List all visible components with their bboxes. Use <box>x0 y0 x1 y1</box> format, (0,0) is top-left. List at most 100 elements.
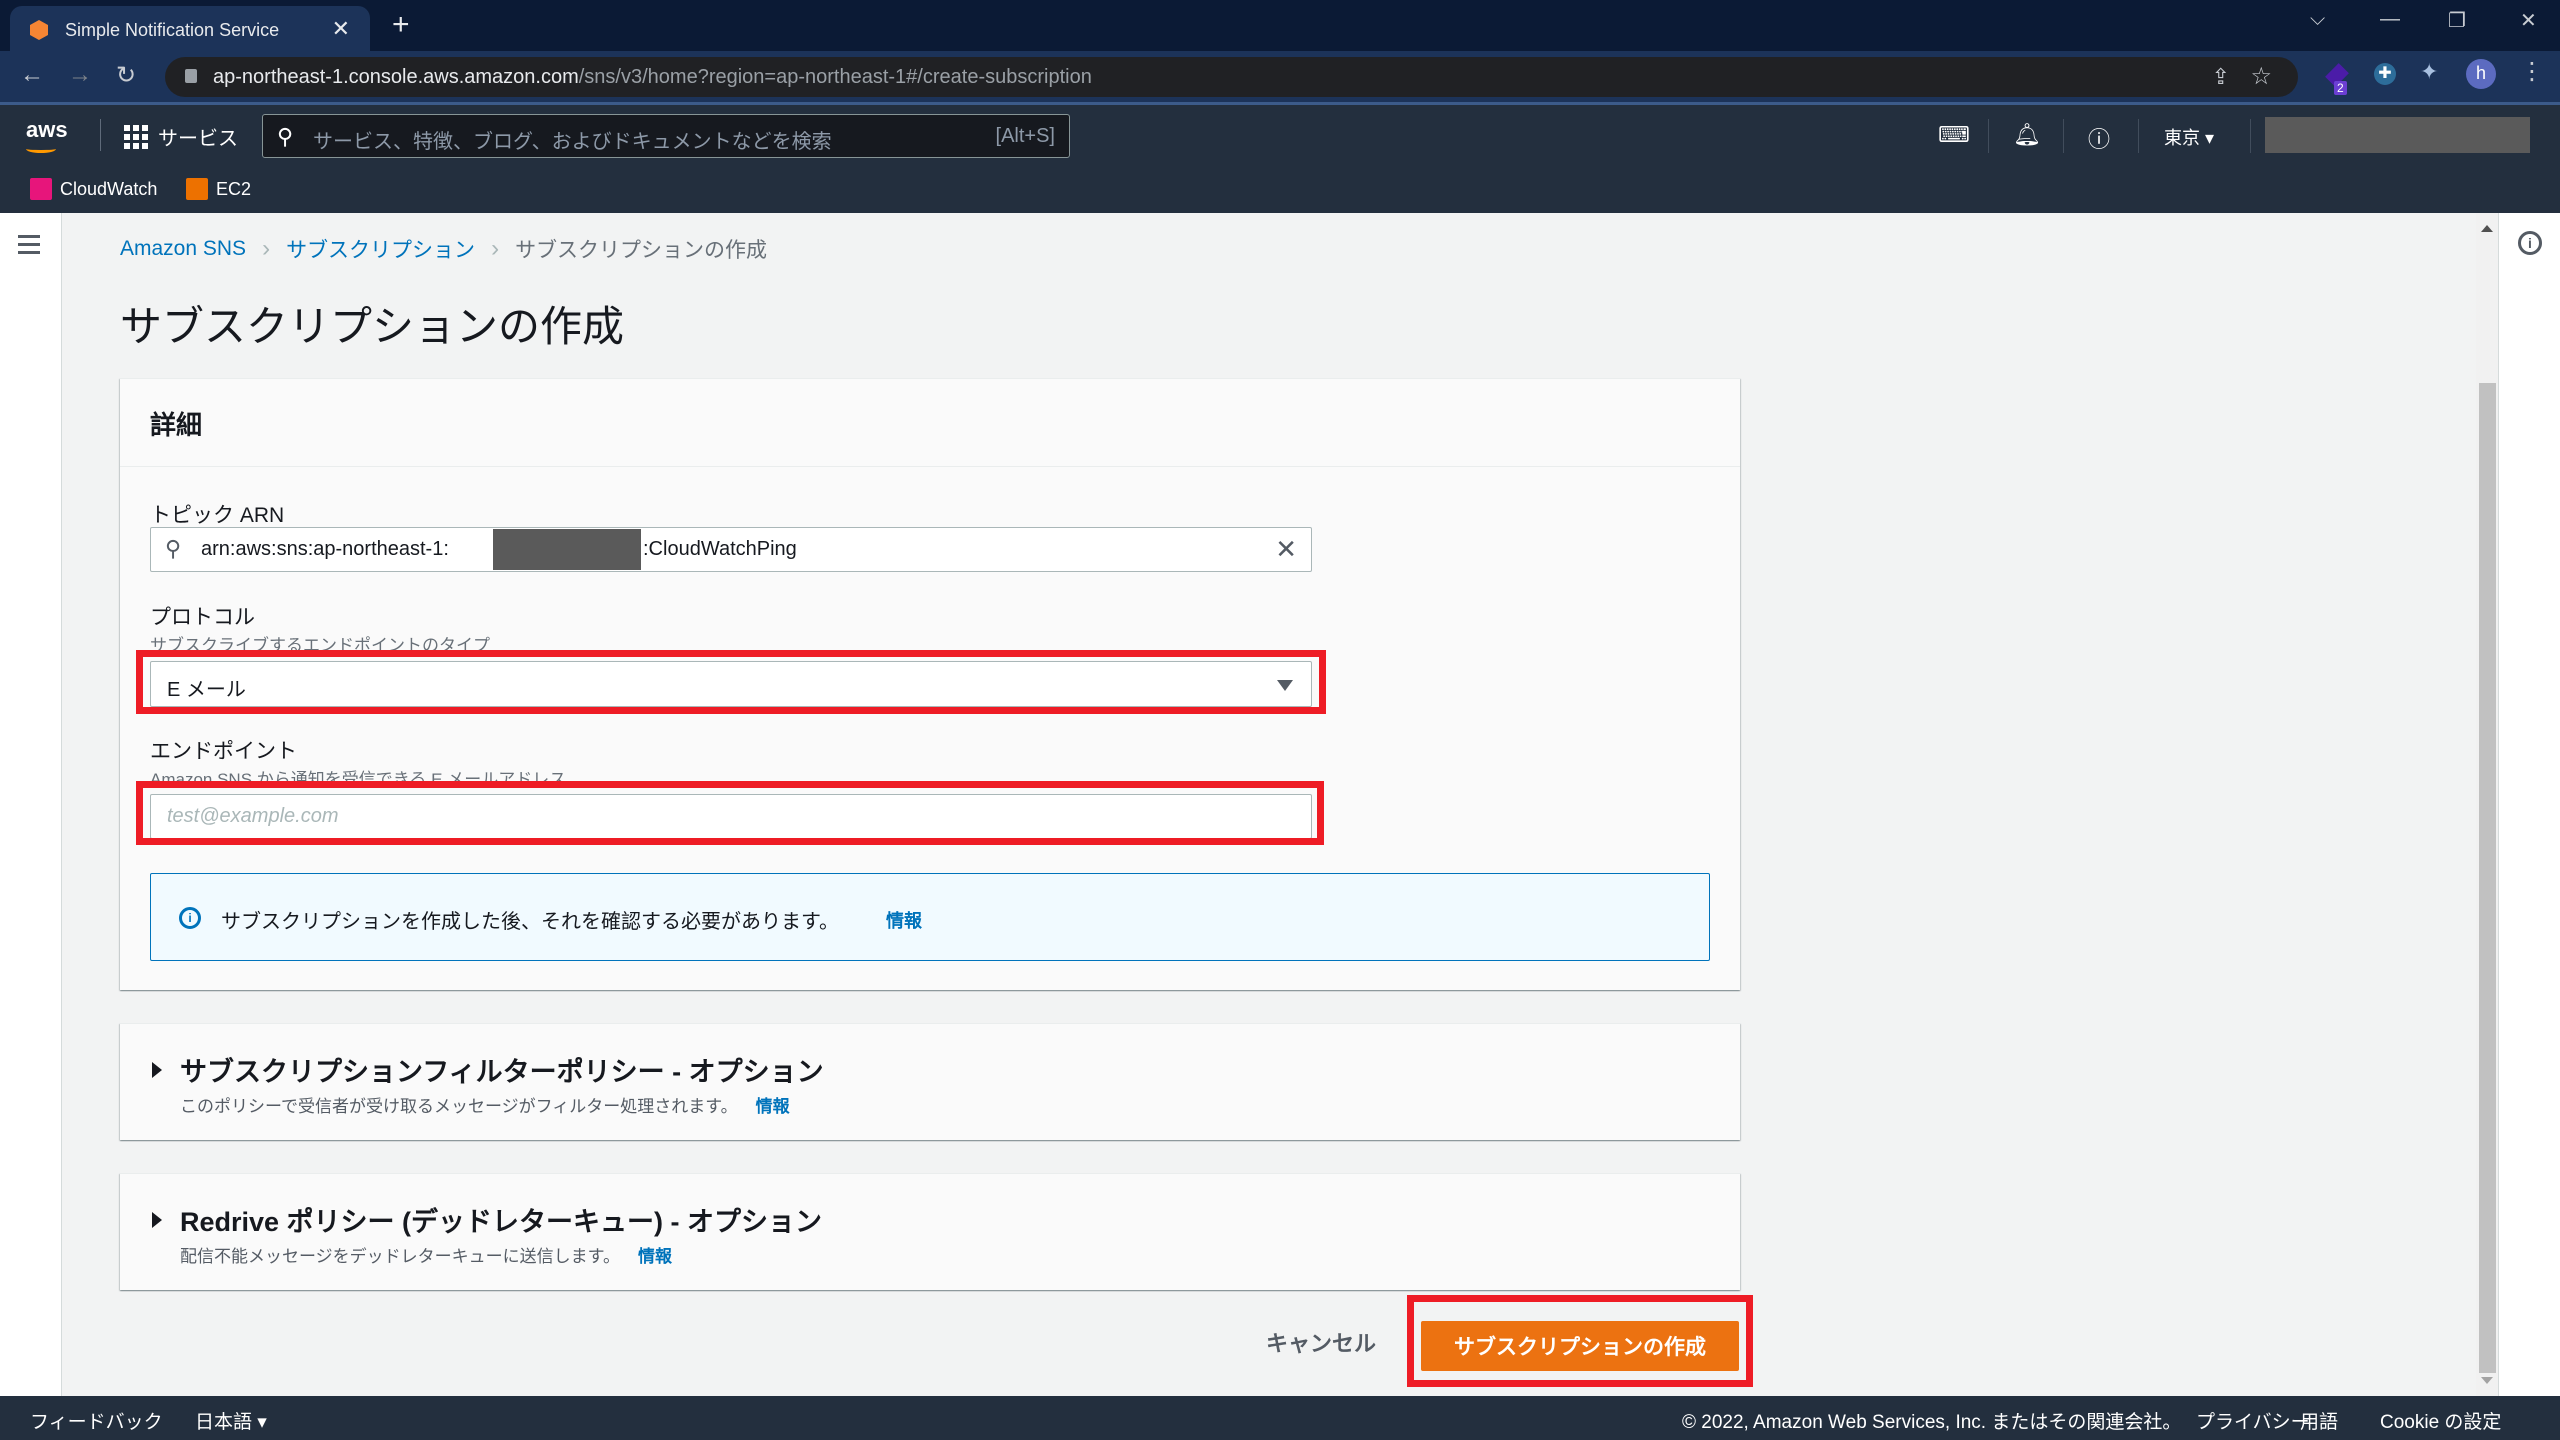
tab-search-icon[interactable]: ⌵ <box>2310 8 2325 31</box>
sns-favicon-icon <box>30 20 48 40</box>
cloudwatch-icon <box>30 178 52 200</box>
nav-divider <box>1988 119 1989 153</box>
side-navigation <box>0 213 62 1396</box>
new-tab-button[interactable]: + <box>392 8 410 42</box>
profile-avatar[interactable]: h <box>2466 59 2496 89</box>
notifications-bell-icon[interactable]: 🔔︎ <box>2013 122 2041 148</box>
cancel-button[interactable]: キャンセル <box>1266 1326 1376 1358</box>
extensions-puzzle-icon[interactable]: ✦ <box>2420 59 2438 85</box>
protocol-selected-value: E メール <box>167 679 246 701</box>
info-link[interactable]: 情報 <box>756 1097 790 1116</box>
protocol-select[interactable]: E メール <box>150 661 1312 707</box>
page-title: サブスクリプションの作成 <box>120 303 625 350</box>
filter-policy-description: このポリシーで受信者が受け取るメッセージがフィルター処理されます。 情報 <box>180 1097 790 1116</box>
breadcrumb-subscriptions[interactable]: サブスクリプション <box>286 234 475 264</box>
minimize-button[interactable]: — <box>2380 8 2400 31</box>
details-heading: 詳細 <box>150 410 203 440</box>
services-label: サービス <box>158 128 238 150</box>
back-icon[interactable]: ← <box>20 61 44 89</box>
redacted-account-id <box>493 529 641 570</box>
favorite-ec2[interactable]: EC2 <box>186 178 251 200</box>
extension-plus-icon[interactable]: ✚ <box>2374 63 2396 85</box>
topic-arn-value-suffix: :CloudWatchPing <box>643 538 797 560</box>
redrive-policy-description: 配信不能メッセージをデッドレターキューに送信します。 情報 <box>180 1247 672 1266</box>
breadcrumb-current: サブスクリプションの作成 <box>515 239 768 262</box>
browser-menu-icon[interactable]: ⋮ <box>2520 57 2544 86</box>
url-text: ap-northeast-1.console.aws.amazon.com/sn… <box>213 66 1092 88</box>
endpoint-input[interactable] <box>150 794 1312 839</box>
tab-title: Simple Notification Service <box>65 20 280 40</box>
copyright-text: © 2022, Amazon Web Services, Inc. またはその関… <box>1682 1412 2182 1433</box>
nav-divider <box>2063 119 2064 153</box>
favorite-cloudwatch[interactable]: CloudWatch <box>30 178 157 200</box>
region-selector[interactable]: 東京 ▾ <box>2164 124 2214 150</box>
page-scrollbar[interactable] <box>2476 213 2498 1396</box>
filter-policy-title[interactable]: サブスクリプションフィルターポリシー - オプション <box>180 1050 824 1089</box>
endpoint-description: Amazon SNS から通知を受信できる E メールアドレス。 <box>150 770 584 789</box>
aws-logo[interactable]: aws <box>26 117 68 153</box>
search-placeholder: サービス、特徴、ブログ、およびドキュメントなどを検索 <box>313 131 832 153</box>
bookmark-star-icon[interactable]: ☆ <box>2250 62 2272 91</box>
terms-link[interactable]: 用語 <box>2300 1407 2338 1434</box>
services-menu-button[interactable]: サービス <box>124 122 238 151</box>
caret-down-icon <box>1277 680 1293 691</box>
privacy-link[interactable]: プライバシー <box>2196 1407 2310 1434</box>
info-alert: i サブスクリプションを作成した後、それを確認する必要があります。 情報 <box>150 873 1710 961</box>
search-icon: ⚲ <box>165 536 182 561</box>
topic-arn-label: トピック ARN <box>150 504 285 527</box>
alert-message: サブスクリプションを作成した後、それを確認する必要があります。 <box>221 911 839 933</box>
forward-icon[interactable]: → <box>68 61 92 89</box>
help-icon[interactable]: ⓘ <box>2088 122 2110 154</box>
nav-divider <box>2138 119 2139 153</box>
protocol-label: プロトコル <box>150 606 255 629</box>
browser-tab-bar: Simple Notification Service ✕ + ⌵ — ❐ ✕ <box>0 0 2560 51</box>
nav-divider <box>2250 119 2251 153</box>
account-menu-redacted[interactable] <box>2265 117 2530 153</box>
ec2-icon <box>186 178 208 200</box>
filter-policy-panel[interactable]: サブスクリプションフィルターポリシー - オプション このポリシーで受信者が受け… <box>120 1023 1740 1140</box>
share-icon[interactable]: ⇪ <box>2212 64 2230 90</box>
search-icon: ⚲ <box>277 124 294 149</box>
topic-arn-input[interactable]: ⚲ arn:aws:sns:ap-northeast-1: :CloudWatc… <box>150 527 1312 572</box>
topic-arn-value-prefix: arn:aws:sns:ap-northeast-1: <box>201 538 449 560</box>
window-close-button[interactable]: ✕ <box>2520 8 2537 33</box>
clear-icon[interactable]: ✕ <box>1275 534 1297 565</box>
details-panel-header: 詳細 <box>120 379 1740 467</box>
chevron-right-icon: › <box>262 235 271 262</box>
info-circle-icon: i <box>179 907 201 929</box>
endpoint-label: エンドポイント <box>150 740 297 763</box>
info-link[interactable]: 情報 <box>638 1247 672 1266</box>
scroll-down-arrow-icon[interactable] <box>2481 1377 2493 1384</box>
restore-button[interactable]: ❐ <box>2448 8 2466 33</box>
breadcrumb-amazon-sns[interactable]: Amazon SNS <box>120 237 246 261</box>
info-link[interactable]: 情報 <box>886 907 922 933</box>
details-panel: 詳細 トピック ARN ⚲ arn:aws:sns:ap-northeast-1… <box>120 378 1740 990</box>
scrollbar-thumb[interactable] <box>2479 383 2496 1373</box>
create-subscription-button[interactable]: サブスクリプションの作成 <box>1421 1321 1739 1371</box>
console-footer: フィードバック 日本語 ▾ © 2022, Amazon Web Service… <box>0 1396 2560 1440</box>
tab-close-icon[interactable]: ✕ <box>332 16 350 42</box>
address-bar[interactable]: ap-northeast-1.console.aws.amazon.com/sn… <box>165 57 2298 97</box>
feedback-link[interactable]: フィードバック <box>30 1407 163 1434</box>
console-search-input[interactable]: ⚲ サービス、特徴、ブログ、およびドキュメントなどを検索 [Alt+S] <box>262 114 1070 158</box>
redrive-policy-title[interactable]: Redrive ポリシー (デッドレターキュー) - オプション <box>180 1200 822 1239</box>
chevron-right-icon: › <box>491 235 500 262</box>
cloudshell-icon[interactable]: ⌨ <box>1938 122 1970 148</box>
aws-top-nav: aws サービス ⚲ サービス、特徴、ブログ、およびドキュメントなどを検索 [A… <box>0 105 2560 213</box>
breadcrumb: Amazon SNS › サブスクリプション › サブスクリプションの作成 <box>120 234 767 264</box>
info-panel-icon[interactable]: i <box>2518 231 2542 255</box>
browser-toolbar: ← → ↻ ap-northeast-1.console.aws.amazon.… <box>0 51 2560 105</box>
grid-icon <box>124 124 148 149</box>
redrive-policy-panel[interactable]: Redrive ポリシー (デッドレターキュー) - オプション 配信不能メッセ… <box>120 1173 1740 1290</box>
search-shortcut-hint: [Alt+S] <box>995 125 1055 147</box>
language-selector[interactable]: 日本語 ▾ <box>195 1407 267 1434</box>
help-panel-rail: i <box>2498 213 2560 1396</box>
scroll-up-arrow-icon[interactable] <box>2481 225 2493 232</box>
nav-divider <box>100 119 101 151</box>
cookie-settings-link[interactable]: Cookie の設定 <box>2380 1407 2501 1434</box>
extension-badge: 2 <box>2334 81 2347 95</box>
reload-icon[interactable]: ↻ <box>116 61 136 90</box>
caret-right-icon <box>152 1062 162 1078</box>
browser-tab[interactable]: Simple Notification Service ✕ <box>10 6 370 51</box>
hamburger-menu-icon[interactable] <box>18 235 40 259</box>
